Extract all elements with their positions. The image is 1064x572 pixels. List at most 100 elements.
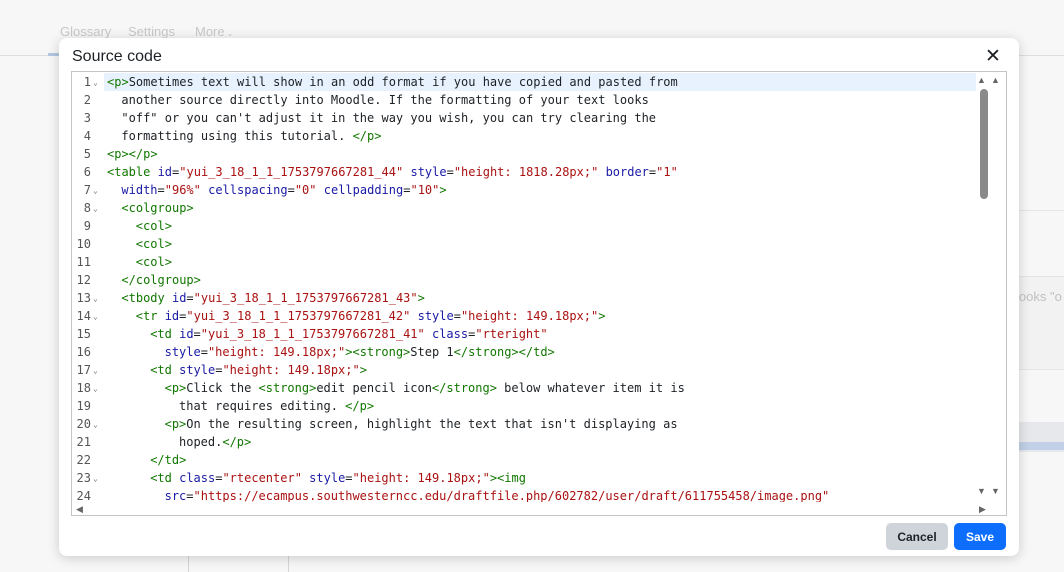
line-number: 10 — [76, 237, 91, 251]
code-text: <p>Sometimes text will show in an odd fo… — [107, 73, 678, 91]
code-text: <tbody id="yui_3_18_1_1_1753797667281_43… — [121, 289, 424, 307]
cancel-button[interactable]: Cancel — [886, 523, 948, 550]
code-plain-text — [410, 309, 417, 323]
fold-chevron-icon[interactable]: ⌄ — [93, 308, 98, 326]
code-line[interactable]: 5 <p></p> — [72, 145, 976, 163]
code-tag: </colgroup> — [121, 273, 201, 287]
fold-chevron-icon[interactable]: ⌄ — [93, 416, 98, 434]
code-plain-text — [317, 183, 324, 197]
code-tag: <p> — [164, 381, 187, 395]
code-line[interactable]: 15 <td id="yui_3_18_1_1_1753797667281_41"… — [72, 325, 976, 343]
line-number: 6 — [83, 165, 91, 179]
code-line[interactable]: 18 ⌄ <p>Click the <strong>edit pencil icon… — [72, 379, 976, 397]
code-string: "rtecenter" — [222, 471, 302, 485]
scroll-down-arrow-icon[interactable]: ▼ — [977, 486, 986, 496]
code-line[interactable]: 16 style="height: 149.18px;"><strong>Step… — [72, 343, 976, 361]
code-plain-text: = — [193, 327, 201, 341]
scroll-up-arrow-icon[interactable]: ▲ — [977, 75, 986, 85]
scroll-right-arrow-icon[interactable]: ▶ — [979, 504, 986, 515]
line-number: 11 — [76, 255, 91, 269]
code-line[interactable]: 11 <col> — [72, 253, 976, 271]
code-attribute: class — [431, 327, 469, 341]
code-plain-text: = — [287, 183, 295, 197]
code-text: formatting using this tutorial. </p> — [121, 127, 381, 145]
save-button[interactable]: Save — [954, 523, 1006, 550]
code-plain-text: = — [157, 183, 165, 197]
fold-chevron-icon[interactable]: ⌄ — [93, 290, 98, 308]
code-text: <col> — [136, 235, 172, 253]
fold-chevron-icon[interactable]: ⌄ — [93, 380, 98, 398]
fold-chevron-icon[interactable]: ⌄ — [93, 470, 98, 488]
code-text: "off" or you can't adjust it in the way … — [121, 109, 656, 127]
code-line[interactable]: 7 ⌄ width="96%" cellspacing="0" cellpaddin… — [72, 181, 976, 199]
code-tag: <p></p> — [107, 147, 158, 161]
code-plain-text: On the resulting screen, highlight the t… — [186, 417, 678, 431]
code-line[interactable]: 21 hoped.</p> — [72, 433, 976, 451]
code-editor[interactable]: 1 ⌄ <p>Sometimes text will show in an odd … — [71, 71, 1007, 516]
code-attribute: src — [164, 489, 187, 503]
code-line[interactable]: 6 <table id = "yui_3_18_1_1_1753797667281_4… — [72, 163, 976, 181]
code-line[interactable]: 23 ⌄ <td class="rtecenter" style="height: … — [72, 469, 976, 487]
code-line[interactable]: 19 that requires editing. </p> — [72, 397, 976, 415]
code-text: <td id="yui_3_18_1_1_1753797667281_41" c… — [150, 325, 547, 343]
code-tag: <col> — [135, 255, 172, 269]
code-string: "height: 149.18px;" — [460, 309, 599, 323]
code-line[interactable]: 1 ⌄ <p>Sometimes text will show in an odd … — [72, 73, 976, 91]
scroll-left-arrow-icon[interactable]: ◀ — [76, 504, 83, 515]
code-line[interactable]: 13 ⌄ <tbody id="yui_3_18_1_1_1753797667281… — [72, 289, 976, 307]
line-number: 20 — [76, 417, 91, 431]
code-tag: </td> — [150, 453, 187, 467]
code-plain-text: = — [345, 471, 353, 485]
code-plain-text: Step 1 — [410, 345, 454, 359]
code-attribute: border — [605, 165, 649, 179]
code-string: "96%" — [164, 183, 201, 197]
line-number: 9 — [83, 219, 91, 233]
code-content[interactable]: 1 ⌄ <p>Sometimes text will show in an odd … — [72, 73, 976, 505]
code-line[interactable]: 2 another source directly into Moodle. If… — [72, 91, 976, 109]
code-attribute: style — [410, 165, 447, 179]
code-plain-text: that requires editing. — [179, 399, 346, 413]
code-tag: <td — [150, 327, 180, 341]
fold-chevron-icon[interactable]: ⌄ — [93, 74, 98, 92]
code-line[interactable]: 3 "off" or you can't adjust it in the way… — [72, 109, 976, 127]
code-line[interactable]: 17 ⌄ <td style="height: 149.18px;"> — [72, 361, 976, 379]
code-tag: > — [439, 183, 447, 197]
code-tag: <td — [150, 363, 180, 377]
code-line[interactable]: 12 </colgroup> — [72, 271, 976, 289]
code-plain-text: Click the — [186, 381, 259, 395]
fold-chevron-icon[interactable]: ⌄ — [93, 200, 98, 218]
horizontal-scrollbar[interactable] — [72, 502, 1006, 515]
code-plain-text: = — [200, 345, 208, 359]
code-plain-text: hoped. — [179, 435, 223, 449]
code-text: <table id = "yui_3_18_1_1_1753797667281_44… — [107, 163, 678, 181]
fold-chevron-icon[interactable]: ⌄ — [93, 362, 98, 380]
code-line[interactable]: 8 ⌄ <colgroup> — [72, 199, 976, 217]
close-icon[interactable]: ✕ — [985, 47, 1001, 67]
code-line[interactable]: 9 <col> — [72, 217, 976, 235]
line-number: 13 — [76, 291, 91, 305]
code-tag: </p> — [345, 399, 375, 413]
code-tag: </strong> — [431, 381, 497, 395]
code-line[interactable]: 10 <col> — [72, 235, 976, 253]
fold-chevron-icon[interactable]: ⌄ — [93, 182, 98, 200]
code-line[interactable]: 20 ⌄ <p>On the resulting screen, highlight… — [72, 415, 976, 433]
line-number: 5 — [83, 147, 91, 161]
code-line[interactable]: 22 </td> — [72, 451, 976, 469]
code-attribute: cellpadding — [323, 183, 404, 197]
scroll-down-arrow-icon[interactable]: ▼ — [991, 486, 1000, 496]
code-text: that requires editing. </p> — [179, 397, 374, 415]
source-code-dialog: Source code ✕ 1 ⌄ <p>Sometimes text will s… — [59, 38, 1019, 556]
code-text: hoped.</p> — [179, 433, 251, 451]
code-attribute: style — [309, 471, 346, 485]
line-number: 18 — [76, 381, 91, 395]
code-text: <col> — [136, 217, 172, 235]
code-tag: <col> — [135, 237, 172, 251]
code-line[interactable]: 4 formatting using this tutorial. </p> — [72, 127, 976, 145]
vertical-scroll-thumb[interactable] — [980, 89, 988, 199]
scroll-up-arrow-icon[interactable]: ▲ — [991, 75, 1000, 85]
code-text: <p>On the resulting screen, highlight th… — [165, 415, 678, 433]
code-text: </td> — [150, 451, 186, 469]
code-text: width="96%" cellspacing="0" cellpadding=… — [121, 181, 446, 199]
line-number: 1 — [83, 75, 91, 89]
code-line[interactable]: 14 ⌄ <tr id = "yui_3_18_1_1_1753797667281_42… — [72, 307, 976, 325]
